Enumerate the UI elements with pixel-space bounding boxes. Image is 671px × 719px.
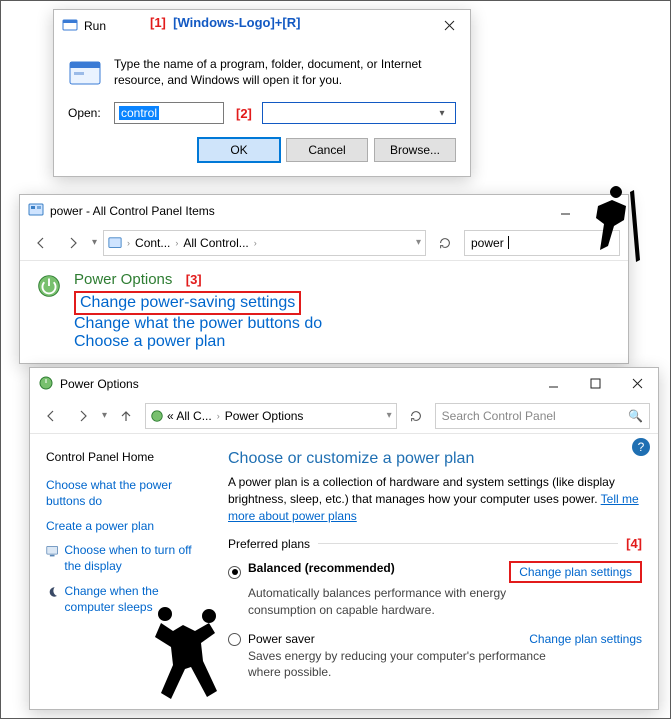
link-change-power-buttons[interactable]: Change what the power buttons do (74, 315, 322, 332)
plan-balanced-name: Balanced (recommended) (248, 561, 509, 575)
minimize-icon (548, 378, 559, 389)
link-choose-power-plan[interactable]: Choose a power plan (74, 333, 225, 350)
refresh-button[interactable] (403, 403, 429, 429)
chevron-down-icon[interactable]: ▾ (92, 237, 97, 248)
run-app-icon (62, 17, 78, 33)
help-button[interactable]: ? (632, 438, 650, 456)
address-bar[interactable]: › Cont... › All Control... › ▾ (103, 230, 426, 256)
breadcrumb-here[interactable]: Power Options (225, 409, 304, 423)
radio-balanced[interactable] (228, 566, 241, 579)
nav-up-button[interactable] (113, 403, 139, 429)
link-change-plan-settings-saver[interactable]: Change plan settings (529, 632, 642, 646)
power-options-icon (150, 409, 164, 423)
radio-power-saver[interactable] (228, 633, 241, 646)
link-change-plan-settings-balanced[interactable]: Change plan settings (519, 565, 632, 579)
arrow-left-icon (43, 408, 59, 424)
annotation-4: [4] (626, 536, 642, 551)
control-panel-icon (108, 236, 122, 250)
preferred-plans-label: Preferred plans (228, 537, 310, 551)
search-input[interactable]: Search Control Panel 🔍 (435, 403, 650, 429)
breadcrumb-back[interactable]: « All C... (167, 409, 212, 423)
power-toolbar: ▾ « All C... › Power Options ▾ Search Co… (30, 398, 658, 434)
close-icon (632, 378, 643, 389)
page-heading: Choose or customize a power plan (228, 450, 642, 468)
open-input-highlight: control (114, 102, 224, 124)
minimize-button[interactable] (544, 195, 586, 225)
open-label: Open: (68, 106, 106, 120)
maximize-icon (602, 205, 613, 216)
link-change-power-saving-settings[interactable]: Change power-saving settings (80, 294, 295, 311)
power-options-window: Power Options ▾ « All C... › Power Optio… (29, 367, 659, 710)
plan-saver-name: Power saver (248, 632, 529, 646)
search-value: power (471, 236, 504, 250)
arrow-up-icon (118, 408, 134, 424)
cp-search-titlebar[interactable]: power - All Control Panel Items (20, 195, 628, 225)
address-bar[interactable]: « All C... › Power Options ▾ (145, 403, 397, 429)
nav-back-button[interactable] (28, 230, 54, 256)
maximize-button[interactable] (586, 195, 628, 225)
chevron-down-icon: ▾ (433, 108, 451, 119)
plan-balanced-desc: Automatically balances performance with … (248, 585, 548, 617)
search-placeholder: Search Control Panel (442, 409, 556, 423)
power-options-heading[interactable]: Power Options (74, 271, 172, 288)
run-description: Type the name of a program, folder, docu… (114, 56, 456, 90)
search-input[interactable]: power (464, 230, 620, 256)
chevron-down-icon[interactable]: ▾ (102, 410, 107, 421)
power-titlebar[interactable]: Power Options (30, 368, 658, 398)
arrow-right-icon (75, 408, 91, 424)
close-icon (444, 20, 455, 31)
power-options-icon (38, 375, 54, 391)
annotation-3: [3] (186, 272, 202, 287)
refresh-icon (409, 409, 423, 423)
cp-search-title: power - All Control Panel Items (50, 203, 544, 218)
control-panel-icon (28, 202, 44, 218)
arrow-left-icon (33, 235, 49, 251)
maximize-button[interactable] (574, 368, 616, 398)
plan-saver-desc: Saves energy by reducing your computer's… (248, 648, 548, 680)
close-button[interactable] (616, 368, 658, 398)
cp-search-toolbar: ▾ › Cont... › All Control... › ▾ power (20, 225, 628, 261)
ok-button[interactable]: OK (198, 138, 280, 162)
cp-search-window: power - All Control Panel Items ▾ › Cont… (19, 194, 629, 364)
nav-forward-button[interactable] (70, 403, 96, 429)
open-combo-tail[interactable]: ▾ (262, 102, 456, 124)
sidebar: Control Panel Home Choose what the power… (30, 434, 220, 709)
browse-button[interactable]: Browse... (374, 138, 456, 162)
sidebar-link-display-off[interactable]: Choose when to turn off the display (64, 543, 210, 574)
page-description: A power plan is a collection of hardware… (228, 474, 642, 524)
close-button[interactable] (428, 10, 470, 40)
display-off-icon (46, 543, 58, 559)
sidebar-home[interactable]: Control Panel Home (46, 450, 210, 464)
nav-forward-button[interactable] (60, 230, 86, 256)
sidebar-link-create-plan[interactable]: Create a power plan (46, 519, 210, 533)
sidebar-link-sleep[interactable]: Change when the computer sleeps (65, 584, 210, 615)
nav-back-button[interactable] (38, 403, 64, 429)
refresh-icon (438, 236, 452, 250)
main-panel: Choose or customize a power plan A power… (220, 434, 658, 709)
sidebar-link-buttons[interactable]: Choose what the power buttons do (46, 478, 210, 509)
annotation-1: [1] [Windows-Logo]+[R] (150, 15, 300, 30)
arrow-right-icon (65, 235, 81, 251)
power-options-icon (34, 271, 64, 301)
run-dialog: Run [1] [Windows-Logo]+[R] Type the name… (53, 9, 471, 177)
breadcrumb-2[interactable]: All Control... (183, 236, 248, 250)
maximize-icon (590, 378, 601, 389)
run-large-icon (68, 56, 102, 90)
refresh-button[interactable] (432, 230, 458, 256)
minimize-icon (560, 205, 571, 216)
minimize-button[interactable] (532, 368, 574, 398)
cancel-button[interactable]: Cancel (286, 138, 368, 162)
breadcrumb-1[interactable]: Cont... (135, 236, 170, 250)
sleep-icon (46, 584, 59, 600)
power-title: Power Options (60, 376, 532, 391)
search-icon: 🔍 (628, 409, 643, 423)
annotation-2: [2] (236, 106, 252, 121)
open-input-value[interactable]: control (119, 106, 159, 120)
